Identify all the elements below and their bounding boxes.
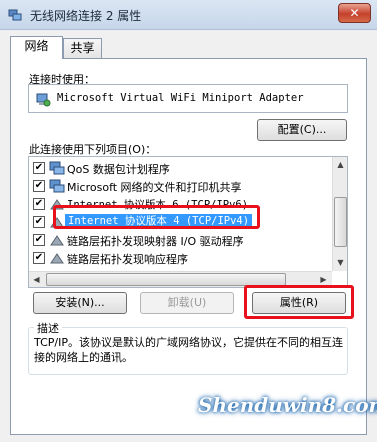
list-item[interactable]: ✔ QoS 数据包计划程序 (29, 159, 339, 177)
adapter-name: Microsoft Virtual WiFi Miniport Adapter (57, 92, 304, 104)
list-item[interactable]: ✔ Microsoft 网络的文件和打印机共享 (29, 177, 339, 195)
checkbox[interactable]: ✔ (33, 180, 45, 192)
protocol-icon (50, 253, 64, 264)
tab-network[interactable]: 网络 (10, 36, 63, 59)
uninstall-button[interactable]: 卸载(U) (140, 292, 234, 314)
protocol-icon (50, 235, 64, 246)
network-connection-icon (8, 9, 22, 21)
checkbox[interactable]: ✔ (33, 252, 45, 264)
vertical-scrollbar[interactable]: ▲ ▼ (332, 157, 347, 271)
network-component-icon (49, 161, 65, 175)
checkbox[interactable]: ✔ (33, 216, 45, 228)
list-item-label: QoS 数据包计划程序 (67, 163, 170, 176)
install-button[interactable]: 安装(N)... (33, 292, 127, 314)
list-item-label: 链路层拓扑发现响应程序 (67, 253, 188, 266)
description-text: TCP/IP。该协议是默认的广域网络协议，它提供在不同的相互连接的网络上的通讯。 (34, 336, 343, 364)
list-item[interactable]: ✔ 链路层拓扑发现响应程序 (29, 249, 339, 267)
close-button[interactable]: ✕ (338, 3, 371, 23)
tab-sharing[interactable]: 共享 (63, 38, 102, 59)
scroll-up-icon[interactable]: ▲ (333, 157, 347, 172)
list-item-label: Microsoft 网络的文件和打印机共享 (67, 181, 242, 194)
list-item[interactable]: ✔ 链路层拓扑发现映射器 I/O 驱动程序 (29, 231, 339, 249)
configure-button[interactable]: 配置(C)... (257, 119, 347, 141)
network-component-icon (49, 179, 65, 193)
list-item-label: 链路层拓扑发现映射器 I/O 驱动程序 (67, 235, 244, 248)
window-title: 无线网络连接 2 属性 (30, 9, 142, 23)
highlight-frame-properties (244, 285, 354, 319)
description-title: 描述 (34, 320, 62, 336)
highlight-frame-ipv4 (53, 205, 260, 229)
checkbox[interactable]: ✔ (33, 234, 45, 246)
scroll-left-icon[interactable]: ◀ (29, 272, 44, 287)
scroll-down-icon[interactable]: ▼ (333, 255, 347, 270)
vertical-scroll-thumb[interactable] (334, 197, 347, 247)
watermark: Shenduwin8.com (198, 393, 377, 417)
checkbox[interactable]: ✔ (33, 162, 45, 174)
network-adapter-icon (36, 93, 51, 107)
items-label: 此连接使用下列项目(O)： (29, 143, 157, 156)
title-bar: 无线网络连接 2 属性 ✕ (0, 0, 377, 30)
checkbox[interactable]: ✔ (33, 198, 45, 210)
adapter-field: Microsoft Virtual WiFi Miniport Adapter (28, 84, 348, 113)
